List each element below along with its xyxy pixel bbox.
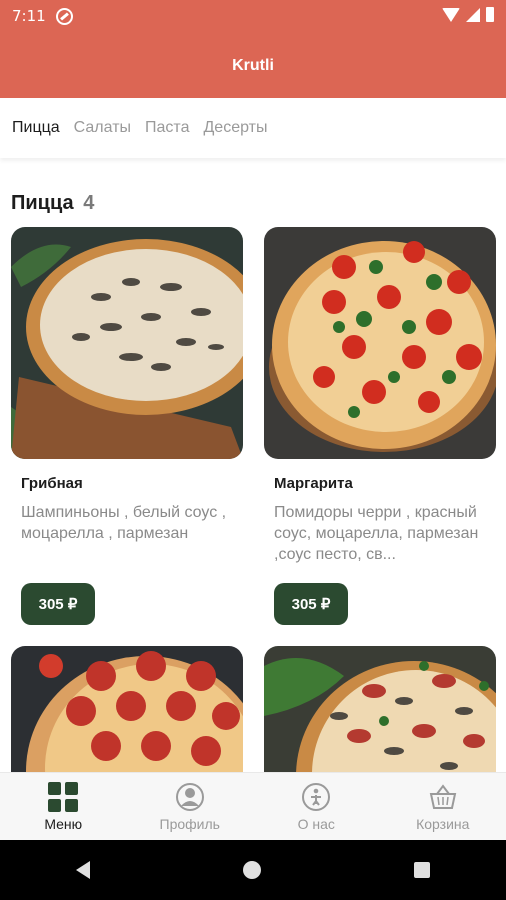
status-bar: 7:11 bbox=[0, 0, 506, 34]
nav-menu[interactable]: Меню bbox=[0, 773, 127, 840]
tab-desserts[interactable]: Десерты bbox=[203, 119, 267, 137]
app-screen: 7:11 Krutli Пицца Салаты Паста Десерты П… bbox=[0, 0, 506, 900]
nav-cart-label: Корзина bbox=[416, 815, 470, 832]
app-title: Krutli bbox=[232, 57, 274, 74]
grid-icon bbox=[48, 781, 79, 812]
product-card[interactable] bbox=[264, 646, 496, 772]
wifi-icon bbox=[442, 7, 460, 22]
product-image-mushroom-pizza[interactable] bbox=[11, 227, 243, 459]
product-image-pepperoni-pizza[interactable] bbox=[11, 646, 243, 772]
product-description: Помидоры черри , красный соус, моцарелла… bbox=[274, 504, 479, 563]
nav-cart[interactable]: Корзина bbox=[380, 773, 506, 840]
signal-icon bbox=[466, 7, 480, 22]
status-time: 7:11 bbox=[12, 7, 46, 25]
nav-profile-label: Профиль bbox=[159, 815, 220, 832]
add-to-cart-button[interactable]: 305 ₽ bbox=[274, 583, 348, 625]
tab-pizza[interactable]: Пицца bbox=[12, 119, 60, 137]
profile-icon bbox=[175, 782, 205, 812]
tab-salads[interactable]: Салаты bbox=[74, 119, 131, 137]
category-tabs: Пицца Салаты Паста Десерты bbox=[0, 98, 506, 158]
nav-about-label: О нас bbox=[297, 815, 335, 832]
product-image-margherita[interactable] bbox=[264, 227, 496, 459]
product-description: Шампиньоны , белый соус , моцарелла , па… bbox=[21, 504, 227, 542]
app-bar: Krutli bbox=[0, 34, 506, 98]
add-to-cart-button[interactable]: 305 ₽ bbox=[21, 583, 95, 625]
tab-pasta[interactable]: Паста bbox=[145, 119, 189, 137]
back-icon[interactable] bbox=[76, 861, 91, 879]
product-card[interactable]: Маргарита Помидоры черри , красный соус,… bbox=[264, 227, 496, 625]
home-icon[interactable] bbox=[242, 861, 261, 879]
nav-profile[interactable]: Профиль bbox=[127, 773, 254, 840]
basket-icon bbox=[428, 782, 458, 812]
product-card[interactable]: Грибная Шампиньоны , белый соус , моцаре… bbox=[11, 227, 243, 625]
product-name: Маргарита bbox=[274, 475, 353, 492]
product-card[interactable] bbox=[11, 646, 243, 772]
nav-menu-label: Меню bbox=[44, 815, 83, 832]
recent-apps-icon[interactable] bbox=[413, 862, 430, 878]
product-name: Грибная bbox=[21, 475, 83, 492]
section-title: Пицца 4 bbox=[11, 192, 94, 215]
nav-about[interactable]: О нас bbox=[253, 773, 380, 840]
battery-icon bbox=[486, 7, 494, 22]
menu-list[interactable]: Пицца 4 Грибная Шампиньоны , белый соус … bbox=[0, 160, 506, 772]
system-navigation-bar bbox=[0, 840, 506, 900]
section-title-text: Пицца bbox=[11, 192, 74, 214]
section-count: 4 bbox=[83, 192, 95, 214]
status-icons bbox=[442, 7, 494, 22]
product-image-pizza[interactable] bbox=[264, 646, 496, 772]
info-icon bbox=[301, 782, 331, 812]
bottom-navigation: Меню Профиль О нас Корзина bbox=[0, 772, 506, 840]
do-not-disturb-icon bbox=[56, 8, 73, 25]
